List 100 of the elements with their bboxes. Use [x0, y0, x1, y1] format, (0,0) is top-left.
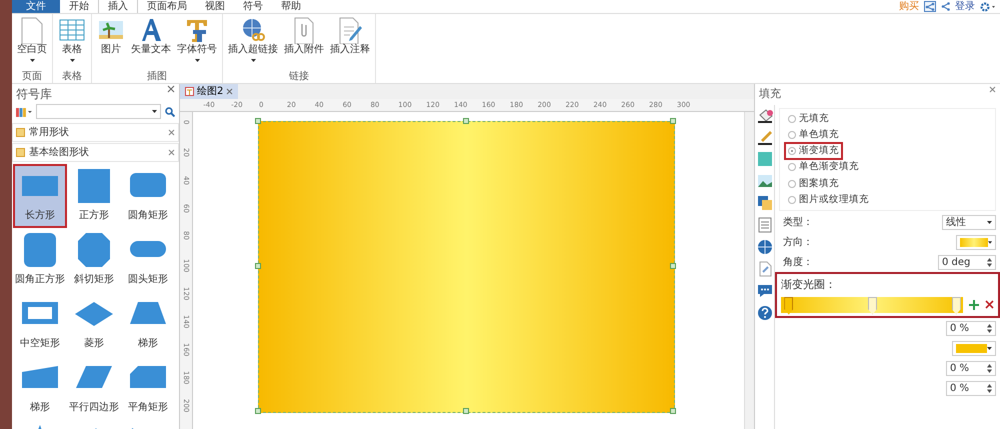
gradient-bar[interactable]	[781, 296, 963, 312]
note-button[interactable]: 插入注释	[328, 14, 372, 70]
spinner-arrows-icon[interactable]	[987, 324, 992, 332]
ribbon-tab[interactable]: 符号	[234, 0, 272, 13]
gradient-stop-handle[interactable]	[952, 296, 961, 314]
globe-icon[interactable]	[756, 238, 772, 254]
category-label: 常用形状	[29, 126, 70, 140]
group-label: 链接	[288, 70, 310, 83]
drawing-file-icon	[185, 87, 194, 96]
shape-item[interactable]: 圆头矩形	[123, 230, 173, 290]
spinner-arrows-icon[interactable]	[987, 364, 992, 372]
shape-item[interactable]: 圆角正方形	[15, 230, 65, 290]
library-books-icon[interactable]	[16, 106, 32, 116]
caret-icon	[988, 241, 992, 244]
radio-option[interactable]: 渐变填充	[786, 144, 841, 158]
login-link[interactable]: 登录	[955, 0, 975, 14]
shape-item[interactable]: 中空矩形	[15, 294, 65, 354]
share-icon[interactable]	[941, 2, 950, 11]
radio-option[interactable]: 无填充	[786, 112, 831, 126]
caret-icon	[987, 221, 992, 224]
close-icon[interactable]	[989, 86, 996, 93]
ribbon-tab[interactable]: 页面布局	[138, 0, 196, 13]
shape-item[interactable]: 菱形	[69, 294, 119, 354]
field-label: 类型：	[783, 216, 813, 230]
shape-item[interactable]: 梯形	[123, 294, 173, 354]
resize-handle[interactable]	[255, 408, 261, 414]
close-icon[interactable]	[226, 88, 234, 95]
resize-handle[interactable]	[462, 118, 468, 124]
gradient-stop-handle[interactable]	[868, 296, 877, 314]
spin-field[interactable]: 0 %	[946, 360, 996, 376]
hyperlink-button[interactable]: 插入超链接	[226, 14, 280, 70]
paint-bucket-icon[interactable]	[756, 106, 772, 122]
caret-icon	[152, 110, 158, 113]
spinner-arrows-icon[interactable]	[987, 258, 992, 267]
scrollbar[interactable]	[744, 112, 754, 429]
font-symbol-button[interactable]: 字体符号	[175, 14, 219, 70]
group-label: 表格	[61, 70, 83, 83]
folder-icon	[16, 148, 25, 157]
search-field[interactable]	[36, 104, 162, 119]
layers-icon[interactable]	[756, 194, 772, 210]
pen-line-icon[interactable]	[756, 128, 772, 144]
share-diagram-icon[interactable]	[924, 1, 936, 12]
category-header[interactable]: 常用形状	[12, 123, 179, 142]
shape-item[interactable]: 平角矩形	[123, 358, 173, 418]
radio-option[interactable]: 单色填充	[786, 128, 841, 142]
shape-item[interactable]: 斜切矩形	[69, 230, 119, 290]
resize-handle[interactable]	[670, 118, 676, 124]
panel-title: 符号库	[16, 86, 52, 103]
field-label: 方向：	[783, 236, 813, 250]
ribbon-tab[interactable]: 开始	[60, 0, 98, 13]
radio-option[interactable]: 图片或纹理填充	[786, 192, 871, 207]
resize-handle[interactable]	[255, 118, 261, 124]
delete-icon[interactable]	[985, 300, 994, 309]
resize-handle[interactable]	[255, 263, 261, 269]
folder-icon	[16, 128, 25, 137]
category-header[interactable]: 基本绘图形状	[12, 143, 179, 162]
settings-icon[interactable]	[980, 2, 996, 12]
close-icon[interactable]	[168, 149, 175, 156]
ribbon-tab[interactable]: 视图	[196, 0, 234, 13]
type-dropdown[interactable]: 线性	[942, 215, 996, 230]
page-edit-icon[interactable]	[756, 260, 772, 276]
picture-button[interactable]: 图片	[95, 14, 127, 70]
shape-item[interactable]: 长方形	[15, 166, 65, 226]
resize-handle[interactable]	[670, 263, 676, 269]
spinner-arrows-icon[interactable]	[987, 384, 992, 392]
field-label: 角度：	[783, 256, 813, 270]
ribbon-tab[interactable]: 插入	[98, 0, 138, 13]
document-tab[interactable]: 绘图2	[180, 84, 238, 99]
search-icon[interactable]	[165, 106, 176, 116]
help-icon[interactable]	[756, 304, 772, 320]
image-icon[interactable]	[756, 172, 772, 188]
resize-handle[interactable]	[462, 408, 468, 414]
spin-field[interactable]: 0 %	[946, 380, 996, 396]
category-label: 基本绘图形状	[29, 146, 90, 160]
color-dropdown[interactable]	[952, 340, 996, 356]
table-button[interactable]: 表格	[56, 14, 88, 70]
spin-field[interactable]: 0 %	[946, 320, 996, 336]
shape-item[interactable]: 平行四边形	[69, 358, 119, 418]
ribbon-tab[interactable]: 帮助	[272, 0, 310, 13]
gradient-stop-handle[interactable]	[784, 296, 794, 314]
shape-item[interactable]: 正方形	[69, 166, 119, 226]
shape-item[interactable]: 梯形	[15, 358, 65, 418]
radio-option[interactable]: 单色渐变填充	[786, 160, 861, 174]
close-icon[interactable]	[167, 85, 175, 93]
chat-icon[interactable]	[756, 282, 772, 298]
vector-text-button[interactable]: 矢量文本	[129, 14, 173, 70]
close-icon[interactable]	[168, 129, 175, 136]
blank-page-button[interactable]: 空白页	[15, 14, 49, 70]
document-icon[interactable]	[756, 216, 772, 232]
spin-field[interactable]: 0 deg	[938, 255, 996, 270]
add-icon[interactable]	[969, 300, 979, 310]
panel-title: 填充	[759, 86, 781, 102]
attachment-button[interactable]: 插入附件	[282, 14, 326, 70]
shape-item[interactable]: 圆角矩形	[123, 166, 173, 226]
caret-icon	[987, 346, 992, 350]
file-menu[interactable]: 文件	[12, 0, 60, 13]
group-label: 页面	[21, 70, 43, 83]
square-icon[interactable]	[756, 150, 772, 166]
resize-handle[interactable]	[670, 408, 676, 414]
radio-option[interactable]: 图案填充	[786, 176, 841, 191]
